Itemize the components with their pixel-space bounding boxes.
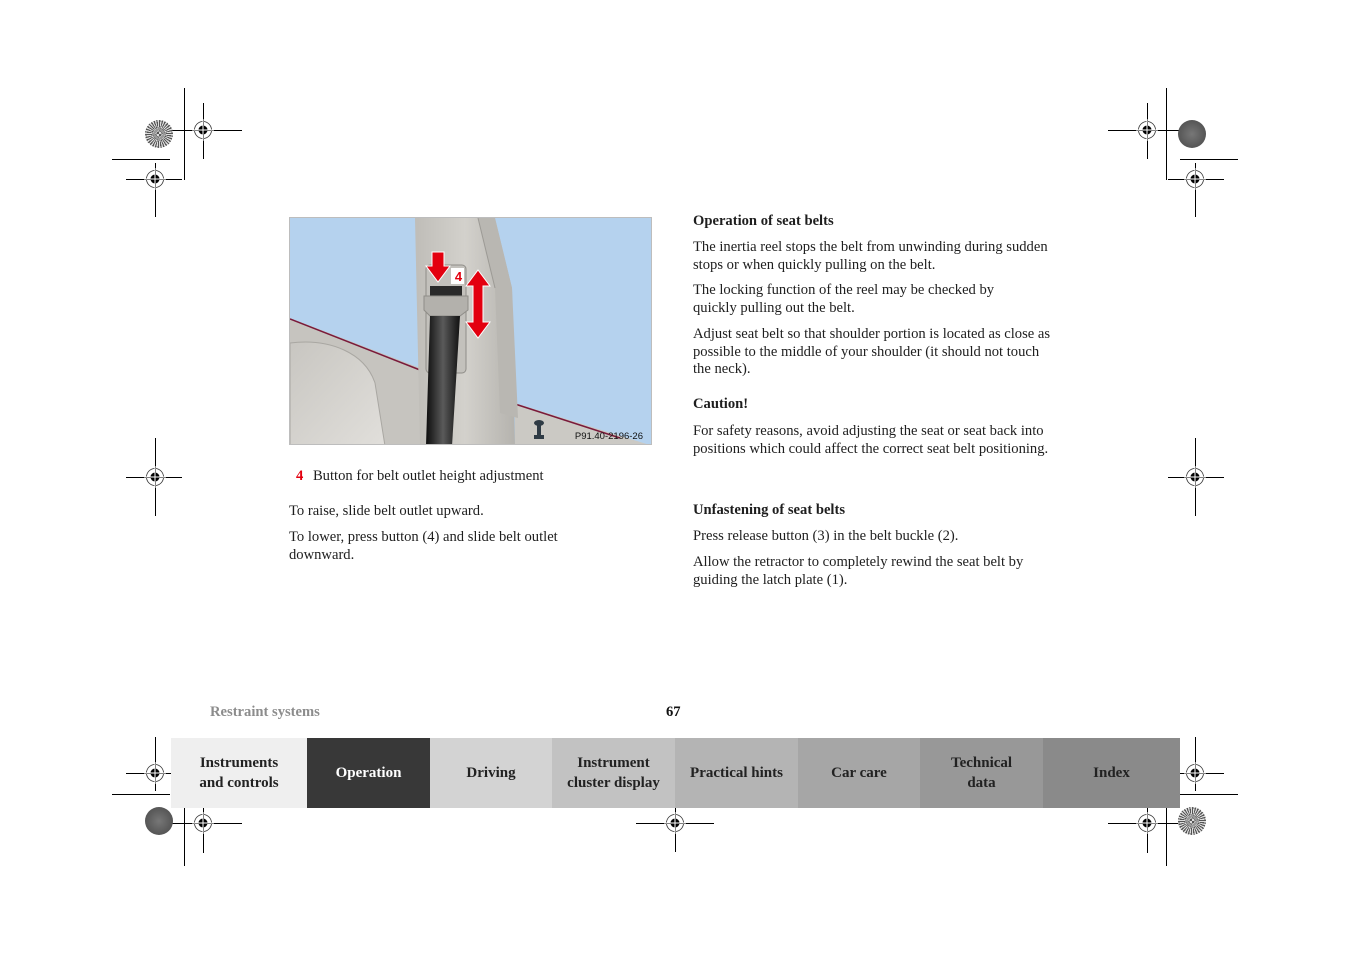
printer-rosette-icon — [1178, 807, 1206, 835]
nav-tab-label: Practical hints — [690, 765, 783, 781]
crop-line — [184, 808, 185, 866]
registration-target-icon — [1136, 812, 1158, 834]
nav-tab-label: Instruments — [199, 755, 279, 771]
nav-tab-technical-data[interactable]: Technical data — [920, 738, 1043, 808]
registration-target-icon — [144, 168, 166, 190]
nav-tab-operation[interactable]: Operation — [307, 738, 430, 808]
heading-unfastening: Unfastening of seat belts — [693, 502, 846, 518]
registration-target-icon — [664, 812, 686, 834]
heading-operation: Operation of seat belts — [693, 213, 834, 229]
registration-target-icon — [1184, 466, 1206, 488]
seat-belt-illustration: 4 P91.40-2196-26 — [289, 217, 652, 445]
figure-legend: 4 Button for belt outlet height adjustme… — [296, 468, 626, 486]
registration-target-icon — [1184, 762, 1206, 784]
heading-caution: Caution! — [693, 396, 749, 412]
nav-tab-label: Index — [1093, 765, 1130, 781]
crop-line — [184, 88, 185, 180]
nav-tab-label: data — [967, 775, 996, 791]
b-pillar-drawing — [290, 218, 651, 444]
legend-number: 4 — [296, 468, 304, 484]
printer-rosette-icon — [145, 120, 173, 148]
crop-line — [1166, 88, 1167, 180]
nav-tab-practical-hints[interactable]: Practical hints — [675, 738, 798, 808]
image-code: P91.40-2196-26 — [574, 431, 643, 442]
callout-label: 4 — [454, 269, 463, 284]
registration-target-icon — [144, 762, 166, 784]
nav-tab-label: Instrument — [577, 755, 650, 771]
nav-tab-index[interactable]: Index — [1043, 738, 1180, 808]
registration-target-icon — [192, 119, 214, 141]
instruction-raise: To raise, slide belt outlet upward. — [289, 503, 484, 519]
nav-tab-label: and controls — [199, 775, 279, 791]
nav-tab-label: Operation — [335, 765, 402, 781]
printer-rosette-icon — [145, 807, 173, 835]
crop-line — [112, 159, 170, 160]
paragraph: Allow the retractor to completely rewind… — [693, 554, 1024, 588]
paragraph: Press release button (3) in the belt buc… — [693, 528, 959, 544]
section-title: Restraint systems — [210, 704, 320, 720]
crop-line — [1180, 794, 1238, 795]
page-number: 67 — [666, 704, 681, 720]
crop-line — [1180, 159, 1238, 160]
nav-tab-label: Car care — [831, 765, 887, 781]
paragraph: The inertia reel stops the belt from unw… — [693, 239, 1048, 273]
nav-tab-instrument-cluster-display[interactable]: Instrument cluster display — [552, 738, 675, 808]
registration-target-icon — [144, 466, 166, 488]
registration-target-icon — [192, 812, 214, 834]
nav-tab-label: Driving — [466, 765, 516, 781]
instruction-lower: To lower, press button (4) and slide bel… — [289, 529, 558, 563]
nav-tab-instruments-and-controls[interactable]: Instruments and controls — [171, 738, 307, 808]
caution-text: For safety reasons, avoid adjusting the … — [693, 423, 1049, 457]
printer-rosette-icon — [1178, 120, 1206, 148]
nav-tab-label: cluster display — [567, 775, 660, 791]
nav-tab-car-care[interactable]: Car care — [798, 738, 920, 808]
nav-tab-label: Technical — [950, 755, 1013, 771]
paragraph: Adjust seat belt so that shoulder portio… — [693, 326, 1051, 377]
paragraph: The locking function of the reel may be … — [693, 282, 995, 316]
legend-text: Button for belt outlet height adjustment — [312, 468, 544, 484]
registration-target-icon — [1136, 119, 1158, 141]
registration-target-icon — [1184, 168, 1206, 190]
crop-line — [112, 794, 170, 795]
nav-tab-driving[interactable]: Driving — [430, 738, 552, 808]
crop-line — [1166, 808, 1167, 866]
